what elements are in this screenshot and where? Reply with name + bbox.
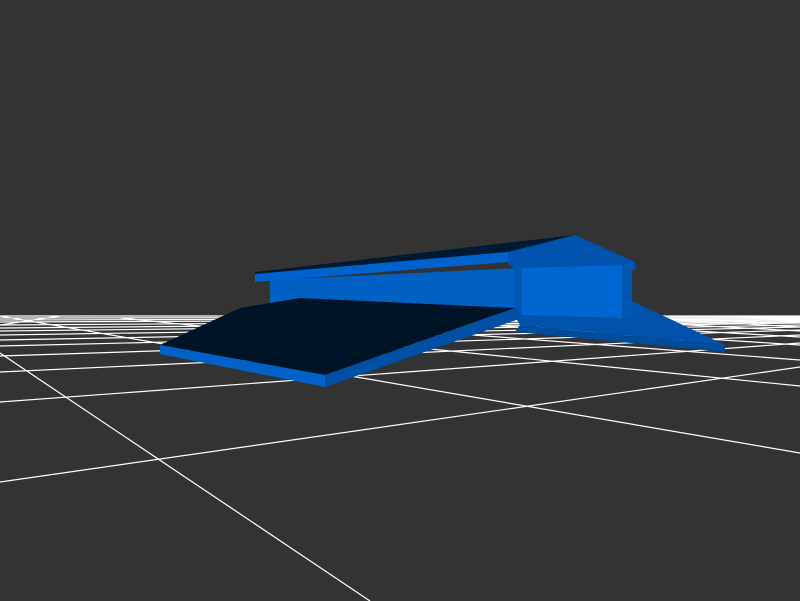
gable-wall (522, 265, 622, 318)
building-model[interactable] (160, 235, 725, 387)
3d-viewport[interactable] (0, 0, 800, 601)
gable-side-wall-right (622, 265, 632, 318)
scene-canvas[interactable] (0, 0, 800, 601)
gable-side-wall (514, 264, 522, 315)
grid-line (0, 352, 371, 601)
